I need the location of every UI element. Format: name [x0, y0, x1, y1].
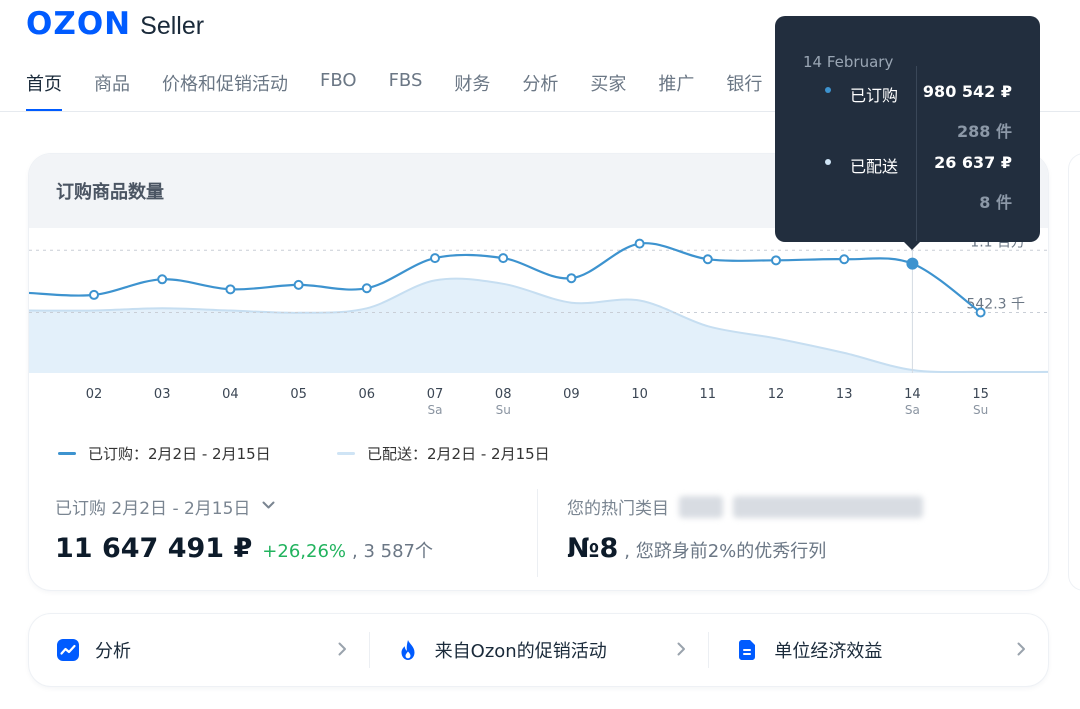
chart-tooltip: 14 February 已订购 980 542 ₽ 288 件 已配送 26 6… [775, 16, 1040, 250]
link-analytics[interactable]: 分析 [29, 614, 369, 686]
tooltip-ordered-value: 980 542 ₽ [922, 82, 1012, 101]
logo-seller-text: Seller [140, 12, 205, 40]
ordered-point-14[interactable] [906, 257, 919, 270]
nav-item-finance[interactable]: 财务 [454, 70, 490, 112]
x-tick-sub-14: Sa [905, 403, 920, 417]
orders-total-amount: 11 647 491 ₽ [55, 533, 253, 564]
x-tick-15: 15 [972, 387, 989, 402]
x-tick-14: 14 [904, 387, 921, 402]
orders-total-row: 11 647 491 ₽ +26,26% , 3 587个 [55, 533, 433, 564]
legend-ordered[interactable]: 已订购：2月2日 - 2月15日 [58, 443, 271, 464]
ordered-point-02[interactable] [89, 289, 99, 300]
rank-number: №8 [567, 533, 619, 564]
orders-line-chart[interactable]: 1.1 百万542.3 千 02 03 04 05 06 07Sa08Su09 10 11 12… [29, 228, 1048, 424]
x-tick-06: 06 [359, 387, 376, 402]
top-category-row: 您的热门类目 [567, 494, 923, 519]
x-tick-12: 12 [768, 387, 785, 402]
ordered-point-04[interactable] [225, 284, 236, 295]
period-selector[interactable]: 已订购 2月2日 - 2月15日 [55, 494, 433, 519]
tooltip-ordered-dot [825, 87, 831, 93]
tooltip-delivered-label: 已配送 [850, 157, 899, 176]
nav-item-fbo[interactable]: FBO [320, 70, 357, 112]
main-nav: 首页 商品 价格和促销活动 FBO FBS 财务 分析 买家 推广 银行 [26, 70, 794, 112]
x-tick-13: 13 [836, 387, 853, 402]
tooltip-delivered-dot [825, 159, 831, 165]
nav-item-promotion[interactable]: 推广 [658, 70, 694, 112]
tooltip-delivered-value: 26 637 ₽ [934, 153, 1012, 172]
ordered-point-06[interactable] [361, 283, 372, 294]
nav-item-home[interactable]: 首页 [26, 70, 62, 112]
blurred-category-name [679, 495, 723, 518]
blurred-category-path [733, 495, 923, 518]
chevron-down-icon [262, 499, 275, 514]
legend-ordered-label: 已订购：2月2日 - 2月15日 [88, 445, 271, 463]
x-tick-sub-15: Su [973, 403, 988, 417]
chevron-right-icon [1017, 640, 1026, 661]
tooltip-delivered-qty: 8 件 [979, 193, 1012, 212]
legend-ordered-swatch [58, 452, 76, 455]
ordered-point-12[interactable] [771, 255, 781, 266]
ordered-point-11[interactable] [702, 254, 713, 265]
tooltip-date: 14 February [803, 53, 894, 71]
chevron-right-icon [338, 640, 347, 661]
side-card-edge [1069, 154, 1080, 590]
fire-icon [397, 639, 419, 661]
ordered-point-15[interactable] [975, 307, 986, 318]
orders-count: , 3 587个 [352, 541, 433, 562]
top-category-label: 您的热门类目 [567, 499, 669, 519]
x-tick-02: 02 [86, 387, 103, 402]
document-icon [736, 639, 758, 661]
x-tick-sub-07: Sa [428, 403, 443, 417]
nav-item-bank[interactable]: 银行 [726, 70, 762, 112]
gridline-label-1: 542.3 千 [966, 297, 1025, 313]
ordered-point-07[interactable] [430, 253, 440, 264]
x-tick-sub-08: Su [496, 403, 511, 417]
chart-icon [57, 639, 79, 661]
period-label: 已订购 2月2日 - 2月15日 [55, 499, 251, 519]
tooltip-ordered-qty: 288 件 [957, 122, 1012, 141]
ordered-point-08[interactable] [498, 253, 509, 264]
stats-divider [537, 489, 538, 577]
x-tick-03: 03 [154, 387, 171, 402]
rank-row: №8 , 您跻身前2%的优秀行列 [567, 533, 923, 564]
orders-summary: 已订购 2月2日 - 2月15日 11 647 491 ₽ +26,26% , … [55, 494, 433, 564]
ordered-point-03[interactable] [157, 274, 168, 285]
ordered-point-10[interactable] [634, 238, 645, 249]
link-unit-economics[interactable]: 单位经济效益 [708, 614, 1048, 686]
tooltip-ordered-label: 已订购 [850, 86, 899, 105]
orders-change-percent: +26,26% [262, 541, 346, 562]
link-unit-economics-label: 单位经济效益 [774, 641, 883, 662]
nav-item-prices-promotions[interactable]: 价格和促销活动 [162, 70, 288, 112]
card-title: 订购商品数量 [56, 182, 164, 203]
top-category-summary: 您的热门类目 №8 , 您跻身前2%的优秀行列 [567, 494, 923, 564]
rank-description: , 您跻身前2%的优秀行列 [624, 541, 827, 562]
nav-item-analytics[interactable]: 分析 [522, 70, 558, 112]
ordered-point-13[interactable] [839, 254, 850, 265]
quick-links-bar: 分析 来自Ozon的促销活动 单位经济效益 [29, 614, 1048, 686]
legend-delivered-swatch [337, 452, 355, 455]
x-tick-11: 11 [700, 387, 717, 402]
x-tick-07: 07 [427, 387, 444, 402]
x-tick-09: 09 [563, 387, 580, 402]
ozon-seller-logo[interactable]: OZON Seller [26, 6, 204, 42]
legend-delivered-label: 已配送：2月2日 - 2月15日 [367, 445, 550, 463]
nav-item-products[interactable]: 商品 [94, 70, 130, 112]
link-analytics-label: 分析 [95, 641, 131, 662]
ordered-point-09[interactable] [566, 273, 577, 284]
legend-delivered[interactable]: 已配送：2月2日 - 2月15日 [337, 443, 550, 464]
x-tick-04: 04 [222, 387, 239, 402]
tooltip-separator [916, 66, 917, 242]
link-ozon-promotions[interactable]: 来自Ozon的促销活动 [368, 614, 709, 686]
x-tick-10: 10 [631, 387, 648, 402]
nav-item-buyers[interactable]: 买家 [590, 70, 626, 112]
x-tick-05: 05 [290, 387, 307, 402]
x-tick-08: 08 [495, 387, 512, 402]
logo-ozon-text: OZON [26, 6, 132, 42]
nav-item-fbs[interactable]: FBS [389, 70, 423, 112]
ordered-point-05[interactable] [293, 279, 304, 290]
chevron-right-icon [677, 640, 686, 661]
link-ozon-promotions-label: 来自Ozon的促销活动 [434, 641, 607, 662]
